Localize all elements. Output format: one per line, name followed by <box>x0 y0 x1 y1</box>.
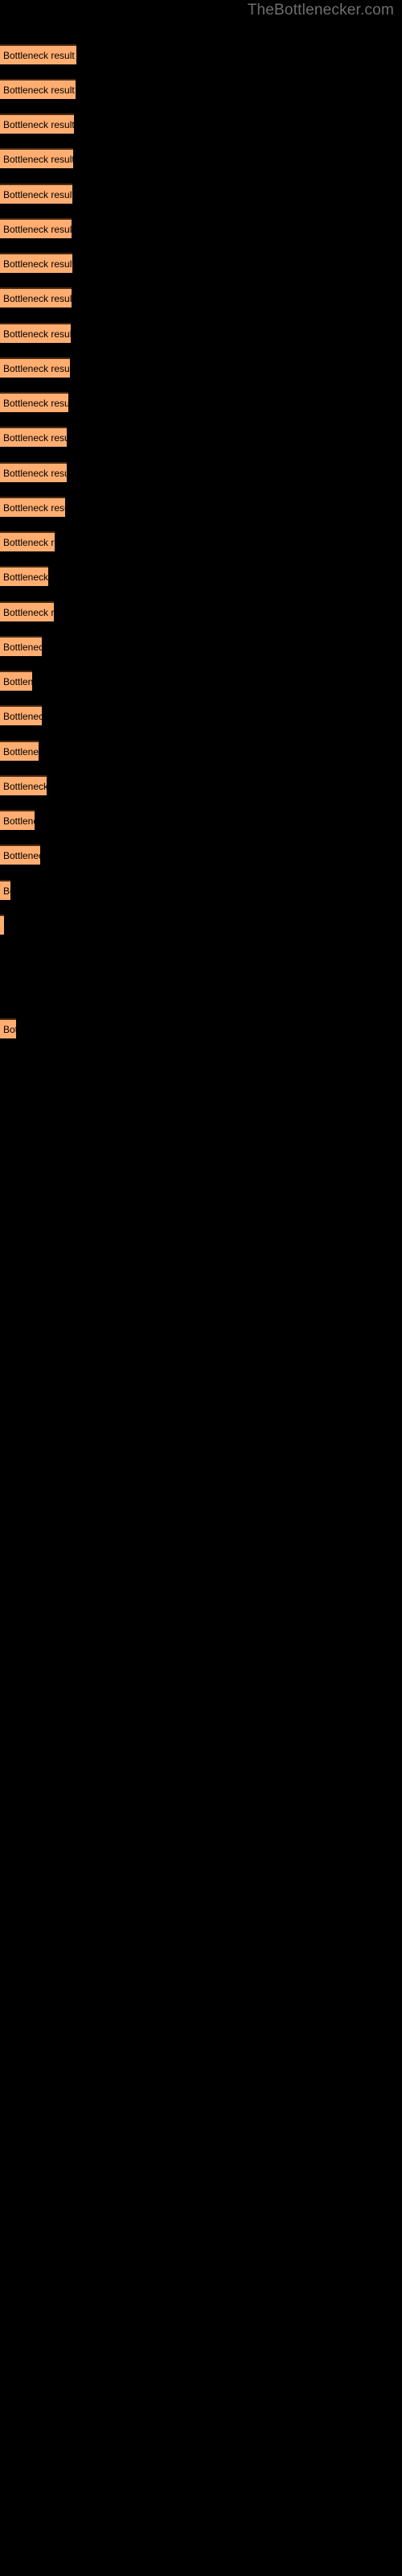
bottleneck-bar-chart: TheBottlenecker.com Bottleneck result Bot… <box>0 0 402 2576</box>
bar-8[interactable]: Bottleneck result <box>0 323 71 343</box>
bar-12[interactable]: Bottleneck result <box>0 462 67 482</box>
bar-label: Bottleneck result <box>3 641 42 653</box>
bar-11[interactable]: Bottleneck result <box>0 427 67 447</box>
bar-0[interactable]: Bottleneck result <box>0 44 76 64</box>
bar-14[interactable]: Bottleneck result <box>0 531 55 551</box>
bar-18[interactable]: Bottleneck result <box>0 671 32 691</box>
bar-label: Bottleneck result <box>3 571 48 583</box>
bar-2[interactable]: Bottleneck result <box>0 114 74 134</box>
bar-label: Bottleneck result <box>3 710 42 722</box>
bar-label: Bottleneck result <box>3 258 72 270</box>
bar-5[interactable]: Bottleneck result <box>0 218 72 238</box>
bar-label: Bottleneck result <box>3 502 65 514</box>
bar-label: Bottleneck result <box>3 397 68 409</box>
bar-label: Bottleneck result <box>3 362 70 374</box>
bar-13[interactable]: Bottleneck result <box>0 497 65 517</box>
bar-label: Bottleneck result <box>3 885 10 897</box>
bar-label: Bottleneck result <box>3 815 35 827</box>
bar-22[interactable]: Bottleneck result <box>0 810 35 830</box>
bar-label: Bottleneck result <box>3 431 67 444</box>
bar-label: Bottleneck result <box>3 920 4 931</box>
bar-label: Bottleneck result <box>3 84 75 96</box>
bar-17[interactable]: Bottleneck result <box>0 636 42 656</box>
bar-label: Bottleneck result <box>3 118 74 130</box>
bar-label: Bottleneck result <box>3 328 71 340</box>
bar-6[interactable]: Bottleneck result <box>0 253 72 273</box>
bar-label: Bottleneck result <box>3 188 72 200</box>
bar-label: Bottleneck result <box>3 153 73 165</box>
bar-4[interactable]: Bottleneck result <box>0 184 72 204</box>
bar-label: Bottleneck result <box>3 1023 16 1035</box>
bar-label: Bottleneck result <box>3 745 39 758</box>
bar-20[interactable]: Bottleneck result <box>0 741 39 761</box>
bar-16[interactable]: Bottleneck result <box>0 601 54 621</box>
bar-label: Bottleneck result <box>3 606 54 618</box>
bars-layer: Bottleneck result Bottleneck result Bottle… <box>0 0 402 2576</box>
bar-label: Bottleneck result <box>3 49 75 61</box>
bar-label: Bottleneck result <box>3 536 55 548</box>
bar-19[interactable]: Bottleneck result <box>0 705 42 725</box>
bar-24[interactable]: Bottleneck result <box>0 880 10 900</box>
bar-25[interactable]: Bottleneck result <box>0 914 4 935</box>
bar-7[interactable]: Bottleneck result <box>0 287 72 308</box>
bar-label: Bottleneck result <box>3 849 40 861</box>
bar-label: Bottleneck result <box>3 292 72 304</box>
bar-1[interactable]: Bottleneck result <box>0 79 76 99</box>
bar-21[interactable]: Bottleneck result <box>0 775 47 795</box>
bar-10[interactable]: Bottleneck result <box>0 392 68 412</box>
bar-15[interactable]: Bottleneck result <box>0 566 48 586</box>
bar-9[interactable]: Bottleneck result <box>0 357 70 378</box>
bar-label: Bottleneck result <box>3 467 67 479</box>
bar-3[interactable]: Bottleneck result <box>0 148 73 168</box>
bar-label: Bottleneck result <box>3 675 32 687</box>
bar-label: Bottleneck result <box>3 780 47 792</box>
bar-26[interactable]: Bottleneck result <box>0 1018 16 1038</box>
bar-23[interactable]: Bottleneck result <box>0 844 40 865</box>
bar-label: Bottleneck result <box>3 223 72 235</box>
